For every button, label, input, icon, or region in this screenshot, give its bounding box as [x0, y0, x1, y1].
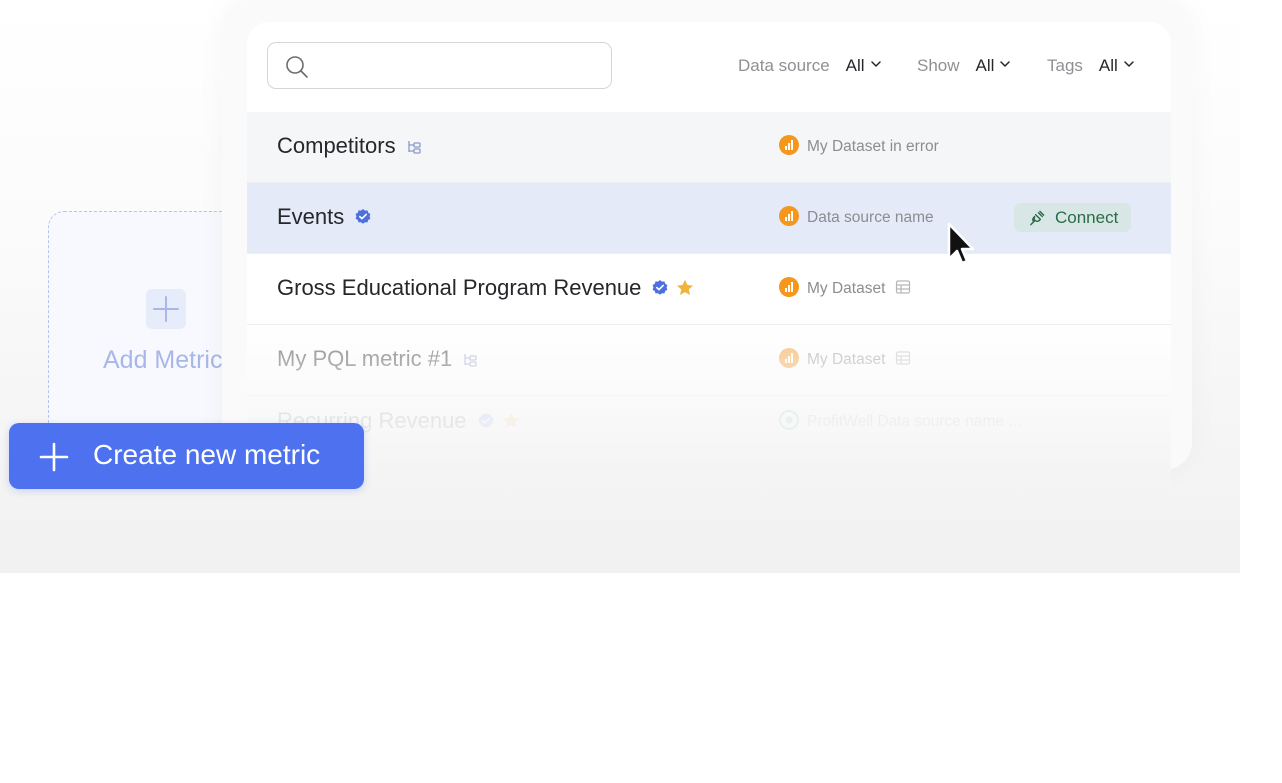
metrics-list: Competitors My Dataset in error Events D… [247, 112, 1171, 462]
search-icon [286, 56, 308, 78]
table-row[interactable]: Events Data source name Connect [247, 183, 1171, 254]
create-button-label: Create new metric [93, 439, 321, 470]
table-row[interactable]: Recurring Revenue ProfitWell Data source… [247, 396, 1171, 462]
chevron-down-icon [1124, 61, 1134, 67]
filter-show[interactable]: Show All [917, 56, 1011, 76]
connect-button[interactable]: Connect [1014, 203, 1131, 232]
metric-name: My PQL metric #1 [277, 346, 453, 371]
filter-value: All [845, 56, 865, 75]
table-icon [896, 351, 911, 365]
star-icon[interactable] [675, 278, 695, 298]
search-input[interactable] [267, 42, 612, 89]
metric-name: Events [277, 204, 345, 229]
create-new-metric-button[interactable]: Create new metric [9, 423, 364, 489]
data-source-name: My Dataset [807, 280, 886, 297]
data-source-name: Data source name [807, 209, 934, 226]
connect-label: Connect [1055, 208, 1119, 227]
bar-chart-icon [779, 206, 799, 226]
verified-badge-icon [355, 209, 371, 224]
filter-value: All [975, 56, 995, 75]
add-plus-icon [146, 289, 186, 329]
verified-badge-icon [478, 413, 493, 428]
add-metric-label: Add Metric [103, 346, 223, 374]
filter-tags[interactable]: Tags All [1047, 56, 1134, 76]
data-source-name: My Dataset in error [807, 138, 939, 155]
app-stage: Add Metric Data source All Show All Tags Al… [0, 0, 1240, 573]
star-icon[interactable] [501, 411, 521, 431]
filter-label: Data source [738, 56, 830, 75]
bar-chart-icon [779, 348, 799, 368]
data-source-name: My Dataset [807, 351, 886, 368]
hierarchy-icon [464, 354, 477, 367]
filter-data-source[interactable]: Data source All [738, 56, 881, 76]
plug-icon [1030, 210, 1045, 226]
metric-name: Competitors [277, 133, 396, 158]
table-icon [896, 280, 911, 294]
chevron-down-icon [870, 61, 881, 67]
table-row[interactable]: Gross Educational Program Revenue My Dat… [247, 254, 1171, 325]
verified-badge-icon [653, 280, 668, 295]
filter-label: Show [917, 56, 960, 75]
profitwell-logo-icon [779, 410, 799, 430]
toolbar: Data source All Show All Tags All [247, 22, 1171, 112]
bar-chart-icon [779, 277, 799, 297]
table-row[interactable]: My PQL metric #1 My Dataset [247, 325, 1171, 396]
plus-icon [39, 442, 69, 472]
metric-name: Gross Educational Program Revenue [277, 275, 642, 300]
filter-label: Tags [1047, 56, 1083, 75]
filter-value: All [1098, 56, 1118, 75]
metrics-panel: Data source All Show All Tags All Competito… [247, 22, 1171, 492]
chevron-down-icon [1000, 61, 1011, 67]
hierarchy-icon [407, 141, 421, 154]
table-row[interactable]: Competitors My Dataset in error [247, 112, 1171, 183]
mouse-cursor-icon [947, 222, 975, 265]
bar-chart-icon [779, 135, 799, 155]
data-source-name: ProfitWell Data source name ... [807, 413, 1022, 430]
